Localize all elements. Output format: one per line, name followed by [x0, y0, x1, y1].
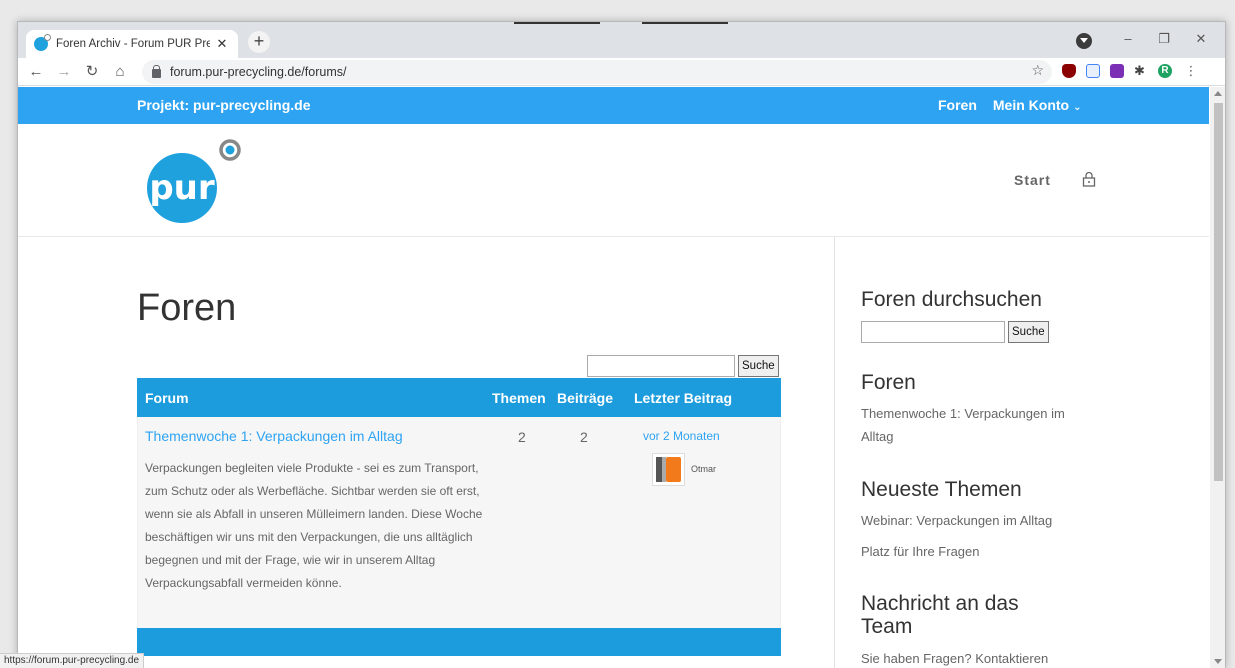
project-label: Projekt: pur-precycling.de — [137, 97, 311, 113]
tab-strip-indicator — [642, 22, 728, 24]
author-link[interactable]: Otmar — [691, 464, 716, 474]
star-icon[interactable]: ☆ — [1031, 62, 1044, 79]
col-themen: Themen — [492, 390, 546, 406]
ublock-icon[interactable] — [1062, 64, 1076, 78]
forum-search-button[interactable]: Suche — [738, 355, 779, 377]
forward-icon[interactable]: → — [53, 61, 75, 83]
table-header: Forum Themen Beiträge Letzter Beitrag — [137, 378, 781, 417]
chevron-down-icon: ⌄ — [1073, 102, 1082, 113]
latest-topic-link[interactable]: Webinar: Verpackungen im Alltag — [861, 509, 1052, 532]
nav-foren-link[interactable]: Foren — [938, 97, 977, 113]
sidebar-message-heading: Nachricht an das Team — [861, 592, 1019, 638]
sidebar-message-text: Sie haben Fragen? Kontaktieren — [861, 651, 1049, 666]
page-title: Foren — [137, 287, 237, 329]
col-forum: Forum — [145, 390, 189, 406]
sidebar-latest-heading: Neueste Themen — [861, 478, 1022, 501]
browser-tab[interactable]: Foren Archiv - Forum PUR Precyc ✕ — [26, 30, 238, 58]
latest-topic-link[interactable]: Platz für Ihre Fragen — [861, 540, 980, 563]
post-count: 2 — [580, 429, 588, 445]
col-beitraege: Beiträge — [557, 390, 614, 406]
onenote-icon[interactable] — [1110, 64, 1124, 78]
sidebar-search: Suche — [861, 321, 1049, 343]
browser-window: Foren Archiv - Forum PUR Precyc ✕ + – ❐ … — [17, 21, 1226, 668]
avatar[interactable] — [652, 453, 685, 486]
table-footer — [137, 628, 781, 656]
tab-title: Foren Archiv - Forum PUR Precyc — [56, 38, 210, 50]
nav-account-menu[interactable]: Mein Konto ⌄ — [993, 97, 1082, 113]
profile-icon[interactable]: R — [1158, 64, 1172, 78]
docs-icon[interactable] — [1086, 64, 1100, 78]
svg-text:pur: pur — [149, 168, 215, 208]
page-scrollbar[interactable] — [1210, 87, 1225, 668]
reload-icon[interactable]: ↻ — [81, 61, 103, 83]
home-icon[interactable]: ⌂ — [109, 61, 131, 83]
forum-description: Verpackungen begleiten viele Produkte - … — [145, 461, 483, 590]
address-bar[interactable]: forum.pur-precycling.de/forums/ ☆ — [142, 60, 1052, 84]
scroll-thumb[interactable] — [1214, 103, 1223, 481]
new-tab-button[interactable]: + — [248, 31, 270, 53]
sidebar-search-input[interactable] — [861, 321, 1005, 343]
table-row: Themenwoche 1: Verpackungen im Alltag Ve… — [137, 417, 781, 628]
forum-search: Suche — [587, 355, 779, 377]
sidebar-search-button[interactable]: Suche — [1008, 321, 1049, 343]
lock-icon — [152, 64, 161, 78]
restore-button[interactable]: ❐ — [1149, 28, 1179, 50]
back-icon[interactable]: ← — [25, 61, 47, 83]
favicon-icon — [34, 34, 51, 51]
forum-link[interactable]: Themenwoche 1: Verpackungen im Alltag — [145, 428, 403, 444]
nav-account-label: Mein Konto — [992, 97, 1070, 113]
extensions-icon[interactable]: ✱ — [1134, 64, 1148, 78]
padlock-icon[interactable] — [1082, 171, 1096, 192]
browser-toolbar: ← → ↻ ⌂ forum.pur-precycling.de/forums/ … — [18, 58, 1225, 86]
sidebar-divider — [834, 237, 835, 668]
top-nav: Foren Mein Konto ⌄ — [938, 97, 1082, 113]
scroll-down-icon[interactable] — [1214, 659, 1222, 664]
last-post-link[interactable]: vor 2 Monaten — [643, 429, 720, 443]
forum-table: Forum Themen Beiträge Letzter Beitrag Th… — [137, 378, 781, 656]
start-link[interactable]: Start — [1014, 172, 1051, 188]
col-letzter-beitrag: Letzter Beitrag — [634, 390, 733, 406]
url-text: forum.pur-precycling.de/forums/ — [170, 65, 347, 79]
topic-count: 2 — [518, 429, 526, 445]
pur-logo[interactable]: pur — [145, 136, 241, 229]
sidebar-forum-link[interactable]: Themenwoche 1: Verpackungen im Alltag — [861, 402, 1091, 448]
forum-search-input[interactable] — [587, 355, 735, 377]
tab-strip: Foren Archiv - Forum PUR Precyc ✕ + – ❐ … — [18, 22, 1225, 58]
media-control-icon[interactable] — [1076, 33, 1092, 49]
minimize-button[interactable]: – — [1113, 28, 1143, 50]
sidebar-forums-heading: Foren — [861, 371, 916, 394]
scroll-up-icon[interactable] — [1214, 91, 1222, 96]
page-viewport: Projekt: pur-precycling.de Foren Mein Ko… — [18, 87, 1209, 668]
site-header: pur Start — [18, 124, 1209, 237]
sidebar-search-heading: Foren durchsuchen — [861, 288, 1042, 311]
close-window-button[interactable]: ✕ — [1186, 28, 1216, 50]
menu-icon[interactable]: ⋮ — [1184, 64, 1198, 78]
status-bar-url: https://forum.pur-precycling.de — [0, 653, 145, 668]
tab-strip-indicator — [514, 22, 600, 24]
top-bar: Projekt: pur-precycling.de Foren Mein Ko… — [18, 87, 1209, 124]
close-tab-icon[interactable]: ✕ — [214, 36, 230, 52]
